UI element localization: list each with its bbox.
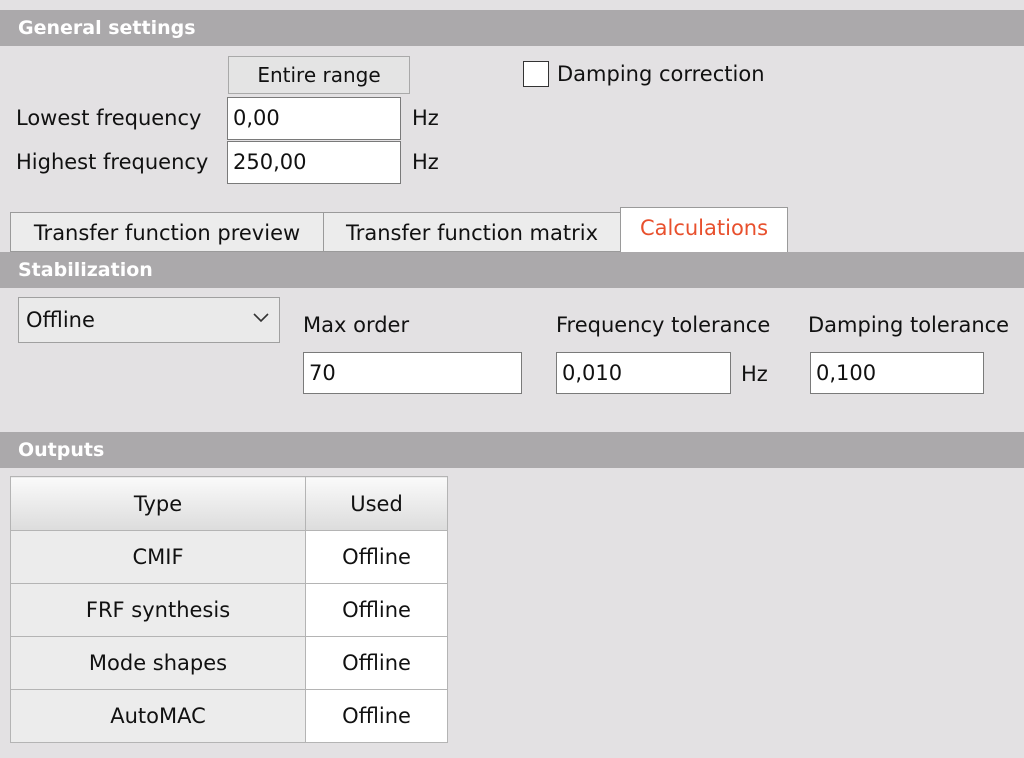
- output-used-cell[interactable]: Offline: [305, 583, 448, 637]
- entire-range-button[interactable]: Entire range: [228, 56, 410, 94]
- lowest-frequency-input[interactable]: 0,00: [227, 97, 401, 140]
- frequency-tolerance-unit: Hz: [741, 362, 768, 386]
- chevron-down-icon: [253, 313, 269, 323]
- highest-frequency-input[interactable]: 250,00: [227, 141, 401, 184]
- output-used-cell[interactable]: Offline: [305, 689, 448, 743]
- tab-calculations[interactable]: Calculations: [620, 207, 788, 252]
- outputs-header: Outputs: [0, 432, 1024, 468]
- frequency-tolerance-input[interactable]: 0,010: [556, 352, 731, 394]
- table-row[interactable]: Mode shapes Offline: [9, 636, 448, 690]
- table-row[interactable]: CMIF Offline: [9, 530, 448, 584]
- damping-correction-label: Damping correction: [557, 62, 765, 86]
- column-header-used[interactable]: Used: [305, 476, 448, 531]
- table-row[interactable]: FRF synthesis Offline: [9, 583, 448, 637]
- lowest-frequency-unit: Hz: [412, 106, 439, 130]
- tab-transfer-function-matrix[interactable]: Transfer function matrix: [323, 212, 621, 252]
- output-type-cell: AutoMAC: [9, 689, 307, 743]
- output-type-cell: FRF synthesis: [9, 583, 307, 637]
- max-order-label: Max order: [303, 313, 410, 337]
- damping-tolerance-label: Damping tolerance: [808, 313, 1010, 337]
- tab-transfer-function-preview[interactable]: Transfer function preview: [10, 212, 324, 252]
- stabilization-header: Stabilization: [0, 252, 1024, 288]
- output-type-cell: Mode shapes: [9, 636, 307, 690]
- damping-tolerance-input[interactable]: 0,100: [810, 352, 984, 394]
- table-row[interactable]: AutoMAC Offline: [9, 689, 448, 743]
- lowest-frequency-label: Lowest frequency: [16, 106, 202, 130]
- general-settings-header: General settings: [0, 10, 1024, 46]
- max-order-input[interactable]: 70: [303, 352, 522, 394]
- frequency-tolerance-label: Frequency tolerance: [556, 313, 771, 337]
- column-header-type[interactable]: Type: [9, 476, 307, 531]
- output-used-cell[interactable]: Offline: [305, 636, 448, 690]
- damping-correction-checkbox[interactable]: [523, 61, 549, 87]
- highest-frequency-label: Highest frequency: [16, 150, 209, 174]
- stabilization-mode-dropdown[interactable]: Offline: [18, 297, 280, 343]
- output-type-cell: CMIF: [9, 530, 307, 584]
- stabilization-mode-value: Offline: [26, 308, 95, 332]
- output-used-cell[interactable]: Offline: [305, 530, 448, 584]
- outputs-table: Type Used CMIF Offline FRF synthesis Off…: [9, 476, 448, 743]
- highest-frequency-unit: Hz: [412, 150, 439, 174]
